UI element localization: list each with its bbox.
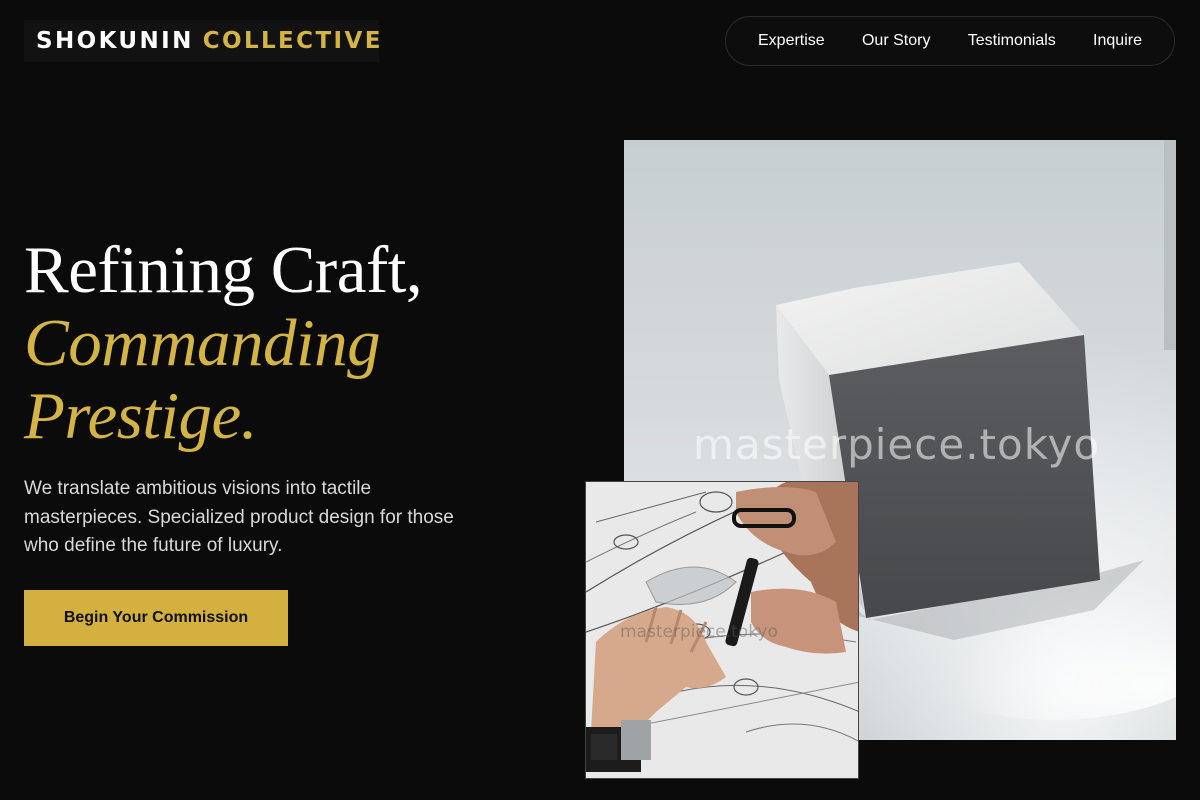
brand-name-accent: COLLECTIVE <box>202 28 383 54</box>
brand-logo[interactable]: SHOKUNIN COLLECTIVE <box>24 20 380 62</box>
hero-headline-line-1: Refining Craft, <box>24 233 423 307</box>
main-nav: Expertise Our Story Testimonials Inquire <box>725 16 1175 66</box>
watermark-small-text: masterpiece.tokyo <box>620 622 778 642</box>
hero-headline-line-2: Commanding <box>24 306 381 380</box>
brand-name-primary: SHOKUNIN <box>36 28 194 54</box>
nav-item-expertise[interactable]: Expertise <box>758 32 825 50</box>
nav-item-our-story[interactable]: Our Story <box>862 32 930 50</box>
begin-commission-button[interactable]: Begin Your Commission <box>24 590 288 646</box>
hero-subcopy: We translate ambitious visions into tact… <box>24 478 454 556</box>
hero-headline-line-3: Prestige. <box>24 379 258 453</box>
nav-item-testimonials[interactable]: Testimonials <box>968 32 1056 50</box>
nav-item-inquire[interactable]: Inquire <box>1093 32 1142 50</box>
watermark-text: masterpiece.tokyo <box>693 420 1101 469</box>
hero-headline: Refining Craft, Commanding Prestige. <box>24 234 544 453</box>
